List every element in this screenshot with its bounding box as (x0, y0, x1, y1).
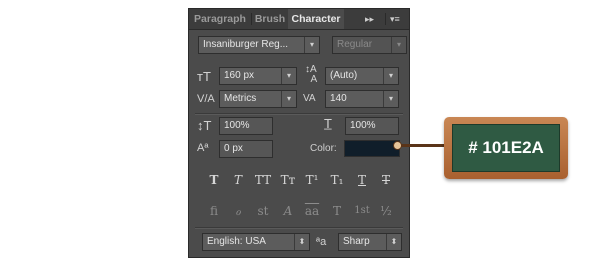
faux-bold-button[interactable]: T (203, 171, 225, 189)
font-style-select[interactable]: Regular ▾ (332, 36, 407, 54)
type-style-buttons: T T TT Tт T¹ T₁ T T (203, 171, 399, 189)
font-size-field[interactable]: 160 px ▾ (219, 67, 297, 85)
section-divider (195, 113, 403, 115)
chevron-updown-icon: ⬍ (294, 234, 309, 250)
baseline-shift-icon: Aª (197, 142, 209, 154)
color-callout-text: # 101E2A (452, 124, 560, 172)
font-family-select[interactable]: Insaniburger Reg... ▾ (198, 36, 320, 54)
callout-pointer-line (398, 144, 446, 147)
kerning-value: Metrics (224, 93, 257, 104)
section-divider (195, 227, 403, 229)
horizontal-scale-field[interactable]: 100% (345, 117, 399, 135)
antialias-value: Sharp (343, 236, 370, 247)
chevron-down-icon: ▾ (383, 91, 398, 107)
strikethrough-button[interactable]: T (375, 171, 397, 189)
antialias-icon: ªa (316, 236, 327, 248)
color-callout-board: # 101E2A (444, 117, 568, 179)
font-size-icon: ᴛT (197, 69, 211, 84)
tab-brush[interactable]: Brush (252, 9, 288, 29)
chevron-down-icon: ▾ (304, 37, 319, 53)
character-panel: Paragraph Brush Character ▸▸ ▾≡ Insanibu… (188, 8, 410, 258)
discretionary-ligatures-button[interactable]: ℴ (227, 202, 249, 220)
language-value: English: USA (207, 236, 266, 247)
vertical-scale-field[interactable]: 100% (219, 117, 273, 135)
stylistic-alternates-button[interactable]: aa (301, 202, 323, 220)
fractions-button[interactable]: ½ (375, 202, 397, 220)
titling-alternates-button[interactable]: T (326, 202, 348, 220)
swash-button[interactable]: A (277, 202, 299, 220)
language-select[interactable]: English: USA ⬍ (202, 233, 310, 251)
leading-field[interactable]: (Auto) ▾ (325, 67, 399, 85)
ordinals-button[interactable]: 1st (351, 202, 373, 220)
superscript-button[interactable]: T¹ (301, 171, 323, 189)
chevron-down-icon: ▾ (281, 91, 296, 107)
panel-menu-icon[interactable]: ▾≡ (390, 9, 400, 29)
tracking-field[interactable]: 140 ▾ (325, 90, 399, 108)
antialias-select[interactable]: Sharp ⬍ (338, 233, 402, 251)
font-family-value: Insaniburger Reg... (203, 39, 289, 50)
underline-button[interactable]: T (351, 171, 373, 189)
horizontal-scale-icon: T̲ (324, 116, 332, 131)
font-size-value: 160 px (224, 70, 255, 81)
chevron-down-icon: ▾ (383, 68, 398, 84)
subscript-button[interactable]: T₁ (326, 171, 348, 189)
chevron-down-icon: ▾ (391, 37, 406, 53)
leading-value: (Auto) (330, 70, 358, 81)
kerning-select[interactable]: Metrics ▾ (219, 90, 297, 108)
color-swatch[interactable] (344, 140, 400, 157)
all-caps-button[interactable]: TT (252, 171, 274, 189)
opentype-buttons: fi ℴ st A aa T 1st ½ (203, 202, 399, 220)
tab-character[interactable]: Character (288, 9, 344, 29)
contextual-alternates-button[interactable]: st (252, 202, 274, 220)
callout-pointer-dot (393, 141, 402, 150)
tab-separator (385, 13, 386, 25)
panel-tab-bar: Paragraph Brush Character ▸▸ ▾≡ (189, 9, 409, 30)
font-style-value: Regular (337, 39, 373, 50)
tracking-value: 140 (330, 93, 347, 104)
color-label: Color: (310, 143, 337, 154)
ligatures-button[interactable]: fi (203, 202, 225, 220)
chevron-down-icon: ▾ (281, 68, 296, 84)
baseline-shift-field[interactable]: 0 px (219, 140, 273, 158)
chevron-updown-icon: ⬍ (386, 234, 401, 250)
collapse-panel-icon[interactable]: ▸▸ (365, 9, 374, 29)
tab-paragraph[interactable]: Paragraph (189, 9, 251, 29)
tracking-icon: VA (303, 93, 316, 104)
faux-italic-button[interactable]: T (227, 171, 249, 189)
small-caps-button[interactable]: Tт (277, 171, 299, 189)
kerning-icon: V/A (197, 93, 215, 105)
leading-icon: ↕A A (305, 64, 318, 85)
vertical-scale-icon: ↕T (197, 118, 212, 133)
